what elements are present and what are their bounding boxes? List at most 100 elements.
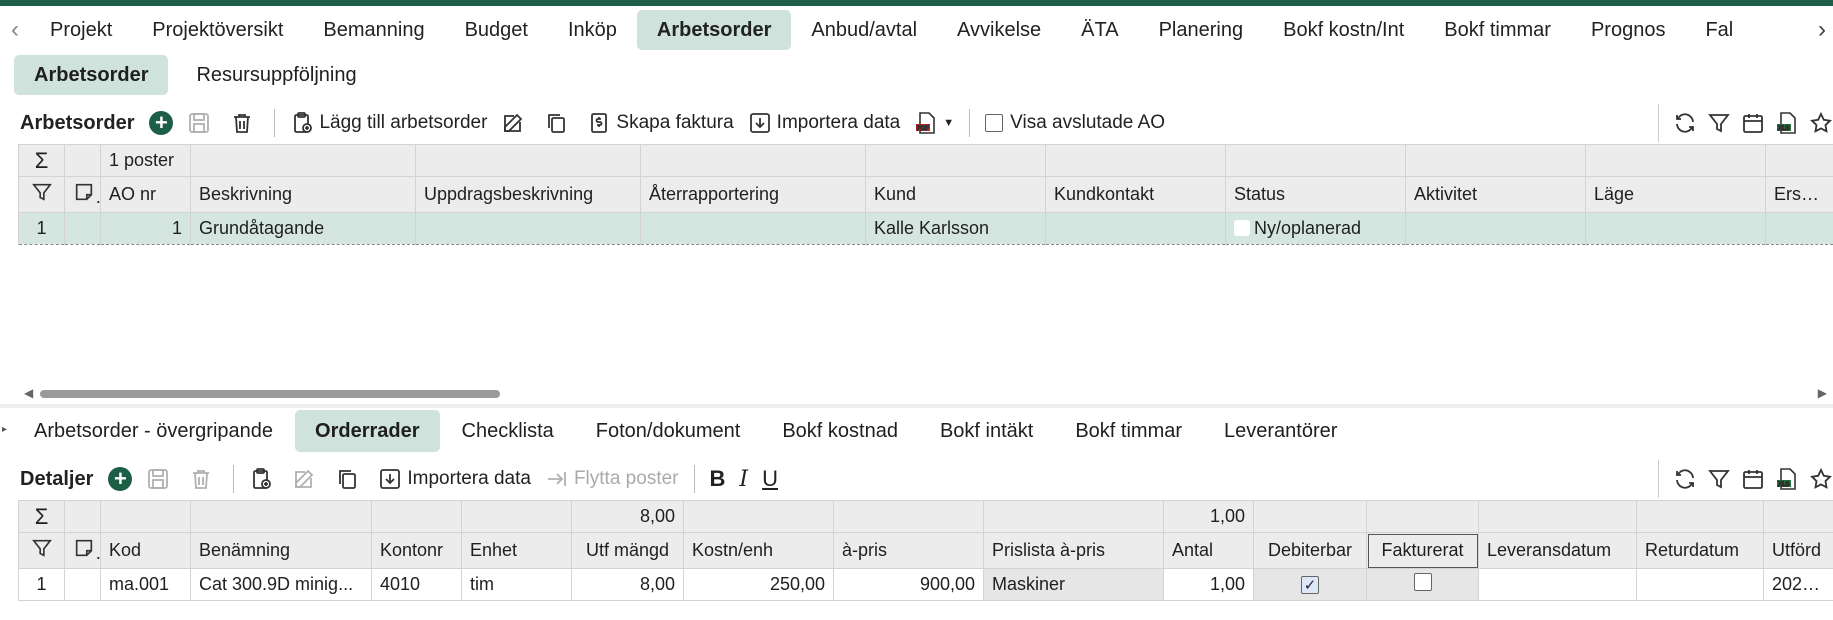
tab-äta[interactable]: ÄTA — [1061, 10, 1138, 50]
quantity-cell[interactable]: 1,00 — [1163, 568, 1254, 601]
import-data-button[interactable]: Importera data — [378, 467, 531, 491]
tab-inköp[interactable]: Inköp — [548, 10, 637, 50]
tab-bokf-timmar[interactable]: Bokf timmar — [1424, 10, 1571, 50]
billable-cell[interactable]: ✓ — [1253, 568, 1367, 601]
move-records-button[interactable]: Flytta poster — [545, 467, 679, 491]
assignment-cell[interactable] — [415, 212, 641, 245]
star-icon[interactable] — [1809, 111, 1833, 135]
pdf-menu-button[interactable]: PDF ▼ — [914, 111, 954, 135]
add-row-button[interactable]: + — [108, 467, 133, 491]
save-button[interactable] — [187, 111, 216, 135]
tab-arbetsorder[interactable]: Arbetsorder — [636, 10, 792, 50]
column-header[interactable]: Aktivitet — [1405, 176, 1586, 213]
column-header[interactable]: à-pris — [833, 532, 984, 569]
column-header[interactable]: Antal — [1163, 532, 1254, 569]
column-header[interactable]: Kostn/enh — [683, 532, 834, 569]
tab-anbud-avtal[interactable]: Anbud/avtal — [791, 10, 937, 50]
calendar-icon[interactable] — [1741, 111, 1765, 135]
tab-projekt[interactable]: Projekt — [30, 10, 132, 50]
column-header[interactable]: Prislista à-pris — [983, 532, 1164, 569]
column-header[interactable]: Beskrivning — [190, 176, 416, 213]
pricelist-cell[interactable]: Maskiner — [983, 568, 1164, 601]
column-header[interactable]: Leveransdatum — [1478, 532, 1637, 569]
column-header[interactable]: Benämning — [190, 532, 372, 569]
column-header[interactable]: Återrapportering — [640, 176, 866, 213]
column-header[interactable]: Status — [1225, 176, 1406, 213]
detail-tab-bokf-kostnad[interactable]: Bokf kostnad — [762, 410, 918, 452]
account-cell[interactable]: 4010 — [371, 568, 462, 601]
billable-checkbox[interactable]: ✓ — [1301, 576, 1319, 594]
detail-tab-orderrader[interactable]: Orderrader — [295, 410, 440, 452]
column-header[interactable]: Kontonr — [371, 532, 462, 569]
detail-tab-arbetsorder-övergripande[interactable]: Arbetsorder - övergripande — [14, 410, 293, 452]
bold-button[interactable]: B — [710, 466, 726, 492]
contact-cell[interactable] — [1045, 212, 1226, 245]
sum-icon[interactable]: Σ — [18, 144, 65, 177]
subtab-resursuppföljning[interactable]: Resursuppföljning — [176, 55, 376, 95]
column-header[interactable]: Läge — [1585, 176, 1766, 213]
tab-bemanning[interactable]: Bemanning — [303, 10, 444, 50]
activity-cell[interactable] — [1405, 212, 1586, 245]
tabs-scroll-right-icon[interactable]: › — [1811, 6, 1833, 54]
column-header[interactable]: Returdatum — [1636, 532, 1764, 569]
create-invoice-button[interactable]: Skapa faktura — [587, 111, 734, 135]
column-filter-icon[interactable] — [18, 532, 65, 569]
delete-button[interactable] — [230, 111, 259, 135]
add-from-clipboard-button[interactable] — [249, 467, 278, 491]
cost-per-unit-cell[interactable]: 250,00 — [683, 568, 834, 601]
detail-tab-checklista[interactable]: Checklista — [442, 410, 574, 452]
detail-tab-foton-dokument[interactable]: Foton/dokument — [576, 410, 761, 452]
copy-button[interactable] — [544, 111, 573, 135]
column-header[interactable]: Fakturerat — [1366, 532, 1479, 569]
column-header[interactable]: Kund — [865, 176, 1046, 213]
tab-bokf-kostn-int[interactable]: Bokf kostn/Int — [1263, 10, 1424, 50]
compensation-cell[interactable] — [1765, 212, 1833, 245]
report-cell[interactable] — [640, 212, 866, 245]
state-cell[interactable] — [1585, 212, 1766, 245]
show-closed-toggle[interactable]: Visa avslutade AO — [985, 112, 1165, 134]
tab-projektöversikt[interactable]: Projektöversikt — [132, 10, 303, 50]
sum-icon[interactable]: Σ — [18, 500, 65, 533]
italic-button[interactable]: I — [739, 467, 748, 492]
ao-nr-cell[interactable]: 1 — [100, 212, 191, 245]
unit-cell[interactable]: tim — [461, 568, 572, 601]
tab-planering[interactable]: Planering — [1139, 10, 1264, 50]
column-header[interactable]: Ersättni — [1765, 176, 1833, 213]
edit-button[interactable] — [292, 467, 321, 491]
column-header[interactable]: Uppdragsbeskrivning — [415, 176, 641, 213]
executed-quantity-cell[interactable]: 8,00 — [571, 568, 684, 601]
table-row[interactable]: 1 1 Grundåtagande Kalle Karlsson Ny/opla… — [18, 212, 1833, 245]
edit-button[interactable] — [501, 111, 530, 135]
filter-icon[interactable] — [1707, 467, 1731, 491]
column-header[interactable]: Kundkontakt — [1045, 176, 1226, 213]
scrollbar-thumb[interactable] — [40, 390, 500, 398]
add-button[interactable]: + — [149, 111, 174, 135]
calendar-icon[interactable] — [1741, 467, 1765, 491]
tab-fal[interactable]: Fal — [1685, 10, 1753, 50]
column-header[interactable]: Utf mängd — [571, 532, 684, 569]
note-icon[interactable] — [64, 532, 101, 569]
name-cell[interactable]: Cat 300.9D minig... — [190, 568, 372, 601]
detail-tab-bokf-timmar[interactable]: Bokf timmar — [1055, 410, 1202, 452]
column-header[interactable]: Debiterbar — [1253, 532, 1367, 569]
star-icon[interactable] — [1809, 467, 1833, 491]
delete-button[interactable] — [189, 467, 218, 491]
column-header[interactable]: AO nr — [100, 176, 191, 213]
refresh-icon[interactable] — [1673, 467, 1697, 491]
invoiced-checkbox[interactable] — [1413, 573, 1432, 591]
import-data-button[interactable]: Importera data — [748, 111, 900, 135]
excel-export-icon[interactable]: XLS — [1775, 111, 1799, 135]
splitter-arrow-icon[interactable]: ▸ — [2, 424, 7, 435]
note-icon[interactable] — [64, 176, 101, 213]
subtab-arbetsorder[interactable]: Arbetsorder — [14, 55, 169, 95]
executed-date-cell[interactable]: 2024-0 — [1763, 568, 1833, 601]
unit-price-cell[interactable]: 900,00 — [833, 568, 984, 601]
show-closed-checkbox[interactable] — [985, 114, 1004, 132]
delivery-date-cell[interactable] — [1478, 568, 1637, 601]
status-cell[interactable]: Ny/oplanerad — [1225, 212, 1406, 245]
underline-button[interactable]: U — [762, 466, 778, 492]
tabs-scroll-left-icon[interactable]: ‹ — [0, 6, 30, 54]
tab-prognos[interactable]: Prognos — [1571, 10, 1686, 50]
panel-divider[interactable] — [0, 404, 1833, 408]
description-cell[interactable]: Grundåtagande — [190, 212, 416, 245]
